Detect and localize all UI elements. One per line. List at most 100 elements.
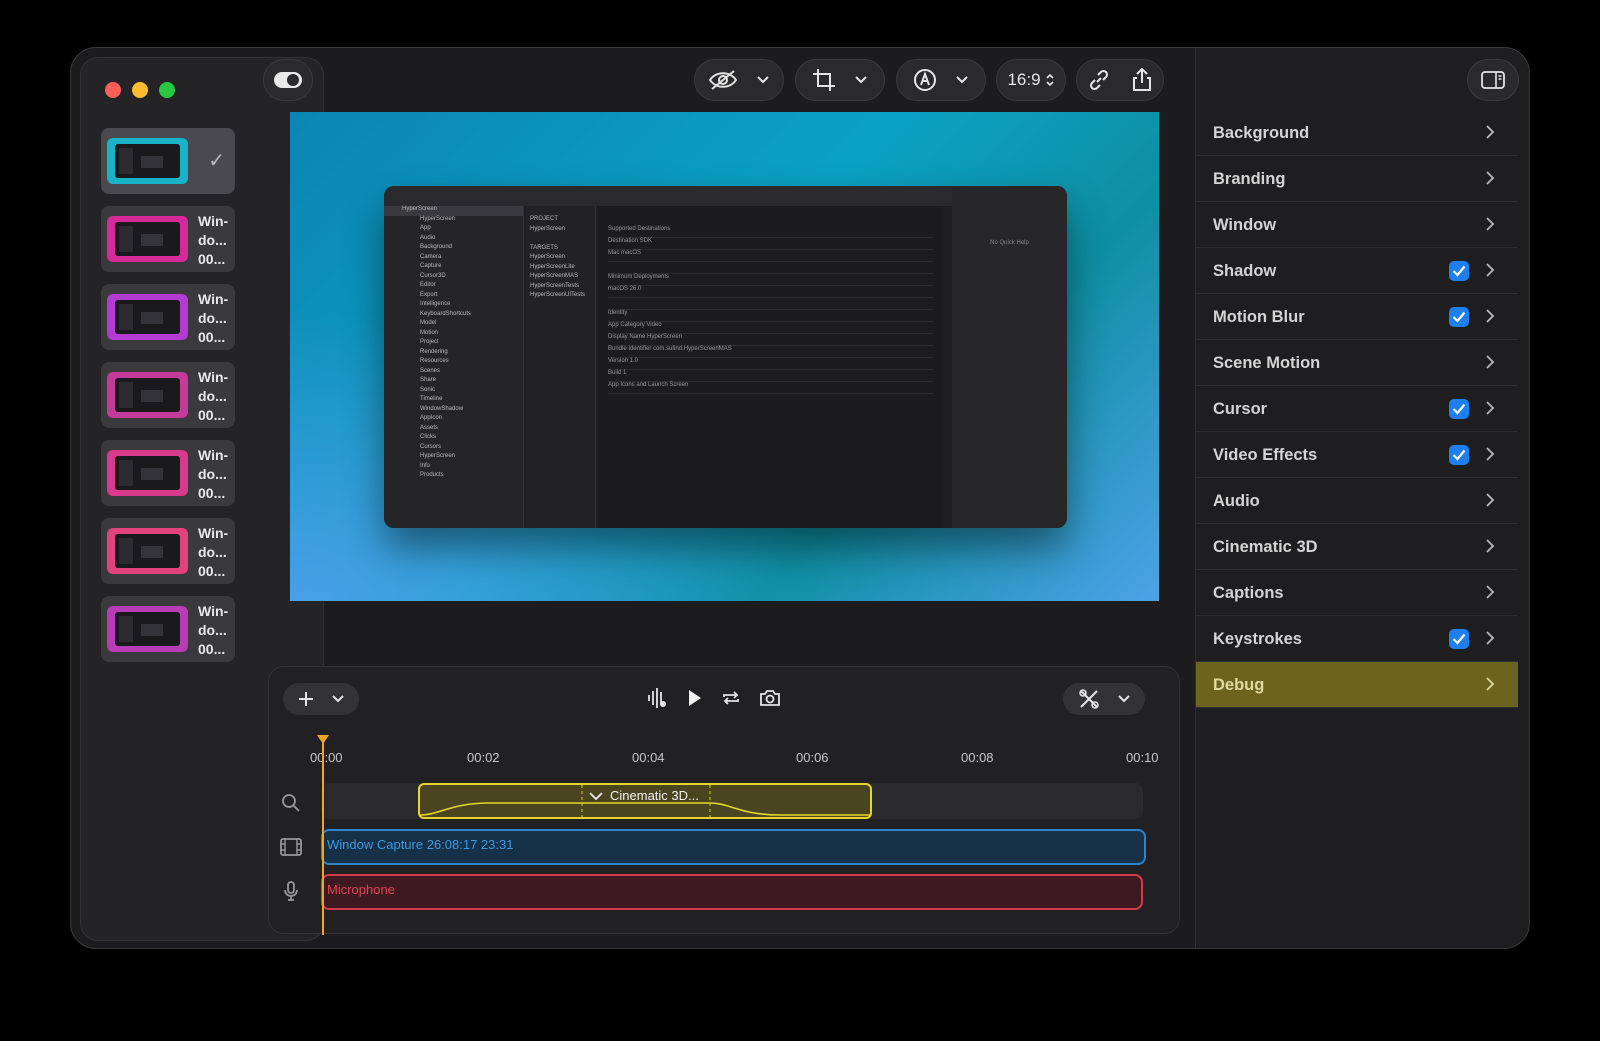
inspector-section-keystrokes[interactable]: Keystrokes — [1196, 616, 1518, 662]
preview-target-item: TARGETS — [530, 244, 558, 251]
chevron-down-icon — [855, 76, 867, 84]
preview-target-item — [530, 235, 591, 245]
aspect-ratio-select[interactable]: 16:9 — [996, 59, 1066, 101]
chevron-right-icon — [1486, 171, 1495, 185]
checkmark-icon — [1452, 311, 1466, 323]
cinematic-clip-label: Cinematic 3D... — [610, 788, 699, 803]
preview-nav-item: Model — [420, 320, 437, 326]
preview-target-item: HyperScreenUITests — [530, 292, 586, 298]
preview-navigator: HyperScreen HyperScreen App Audio Background… — [384, 206, 524, 528]
recording-item[interactable]: Win- do... 00... — [101, 596, 235, 662]
preview-nav-item: Assets — [420, 424, 439, 431]
ruler-label: 00:10 — [1126, 750, 1159, 765]
chevron-right-icon — [1486, 217, 1495, 231]
preview-nav-item: Products — [420, 472, 444, 478]
camera-icon[interactable] — [759, 688, 781, 708]
preview-nav-item: Share — [420, 377, 437, 383]
recording-item[interactable]: Win- do... 00... — [101, 206, 235, 272]
recording-thumbnail — [107, 138, 188, 184]
inspector-section-cinematic-3d[interactable]: Cinematic 3D — [1196, 524, 1518, 570]
recording-item[interactable]: Win- do... 00... — [101, 362, 235, 428]
zoom-window-button[interactable] — [159, 82, 175, 98]
inspector-section-background[interactable]: Background — [1196, 110, 1518, 156]
preview-settings-row: Supported Destinations — [608, 226, 933, 238]
playhead[interactable] — [317, 735, 329, 935]
inspector-section-label: Branding — [1213, 170, 1286, 188]
inspector-section-scene-motion[interactable]: Scene Motion — [1196, 340, 1518, 386]
recording-item[interactable]: Win- do... 00... — [101, 440, 235, 506]
enabled-checkbox[interactable] — [1449, 261, 1469, 281]
recording-item[interactable]: ✓ — [101, 128, 235, 194]
microphone-track-icon — [284, 881, 298, 901]
minimize-window-button[interactable] — [132, 82, 148, 98]
inspector-section-shadow[interactable]: Shadow — [1196, 248, 1518, 294]
toggle-inspector-button[interactable] — [1467, 59, 1519, 101]
loop-icon[interactable] — [721, 688, 741, 708]
chevron-right-icon — [1486, 631, 1495, 645]
chevron-right-icon — [1486, 309, 1495, 323]
preview-target-item: HyperScreen — [530, 225, 566, 232]
ruler-label: 00:08 — [961, 750, 994, 765]
chevron-right-icon — [1486, 539, 1495, 553]
recording-thumbnail — [107, 372, 188, 418]
enabled-checkbox[interactable] — [1449, 445, 1469, 465]
preview-canvas[interactable]: HyperScreen HyperScreen App Audio Background… — [290, 112, 1159, 601]
crop-menu[interactable] — [795, 59, 885, 101]
zoom-track-icon — [282, 794, 300, 812]
inspector-section-motion-blur[interactable]: Motion Blur — [1196, 294, 1518, 340]
inspector-section-video-effects[interactable]: Video Effects — [1196, 432, 1518, 478]
aspect-ratio-value: 16:9 — [1007, 70, 1041, 89]
link-icon[interactable] — [1087, 68, 1111, 92]
timeline-panel: 00:00 00:02 00:04 00:06 00:08 00:10 Cine… — [268, 666, 1180, 935]
microphone-label: Microphone — [327, 882, 395, 897]
inspector-section-debug[interactable]: Debug — [1196, 662, 1518, 708]
inspector-section-captions[interactable]: Captions — [1196, 570, 1518, 616]
annotate-menu[interactable] — [896, 59, 986, 101]
film-track-icon — [280, 838, 302, 856]
preview-target-item: HyperScreenTests — [530, 282, 580, 289]
chevron-right-icon — [1486, 263, 1495, 277]
checkmark-icon — [1452, 633, 1466, 645]
recording-caption: Win- do... 00... — [198, 291, 229, 345]
playback-controls — [647, 687, 781, 709]
preview-nav-item: Scenes — [420, 367, 441, 374]
add-track-menu[interactable] — [283, 683, 359, 715]
inspector-section-audio[interactable]: Audio — [1196, 478, 1518, 524]
chevron-down-icon — [1118, 695, 1130, 703]
recording-item[interactable]: Win- do... 00... — [101, 518, 235, 584]
captured-window-preview: HyperScreen HyperScreen App Audio Background… — [384, 186, 1067, 528]
toggle-button[interactable] — [263, 59, 313, 101]
share-icon[interactable] — [1131, 68, 1153, 92]
window-capture-clip[interactable]: Window Capture 26:08:17 23:31 — [321, 829, 1146, 865]
preview-nav-item: Cursors — [420, 443, 442, 450]
inspector-section-label: Window — [1213, 216, 1277, 234]
preview-settings: Supported Destinations Destination SDK Mac… — [598, 206, 943, 528]
inspector-section-cursor[interactable]: Cursor — [1196, 386, 1518, 432]
visibility-menu[interactable] — [694, 59, 784, 101]
waveform-icon[interactable] — [647, 687, 667, 709]
inspector-section-label: Motion Blur — [1213, 308, 1305, 326]
play-icon[interactable] — [685, 688, 703, 708]
enabled-checkbox[interactable] — [1449, 307, 1469, 327]
eye-slash-icon — [708, 70, 738, 90]
preview-nav-item: Capture — [420, 263, 442, 269]
cinematic-3d-clip[interactable]: Cinematic 3D... — [418, 783, 872, 819]
preview-nav-item: KeyboardShortcuts — [420, 310, 472, 317]
enabled-checkbox[interactable] — [1449, 399, 1469, 419]
chevron-down-icon — [956, 76, 968, 84]
preview-nav-item: HyperScreen — [420, 453, 456, 459]
tools-menu[interactable] — [1063, 683, 1145, 715]
recording-item[interactable]: Win- do... 00... — [101, 284, 235, 350]
inspector-section-label: Debug — [1213, 676, 1265, 694]
inspector-section-window[interactable]: Window — [1196, 202, 1518, 248]
inspector-section-label: Audio — [1213, 492, 1260, 510]
checkmark-icon: ✓ — [208, 150, 225, 172]
microphone-clip[interactable]: Microphone — [321, 874, 1143, 910]
chevron-right-icon — [1486, 585, 1495, 599]
ruler-label: 00:06 — [796, 750, 829, 765]
inspector-section-branding[interactable]: Branding — [1196, 156, 1518, 202]
enabled-checkbox[interactable] — [1449, 629, 1469, 649]
inspector-section-label: Cursor — [1213, 400, 1268, 418]
preview-target-item: PROJECT — [530, 216, 559, 222]
close-window-button[interactable] — [105, 82, 121, 98]
